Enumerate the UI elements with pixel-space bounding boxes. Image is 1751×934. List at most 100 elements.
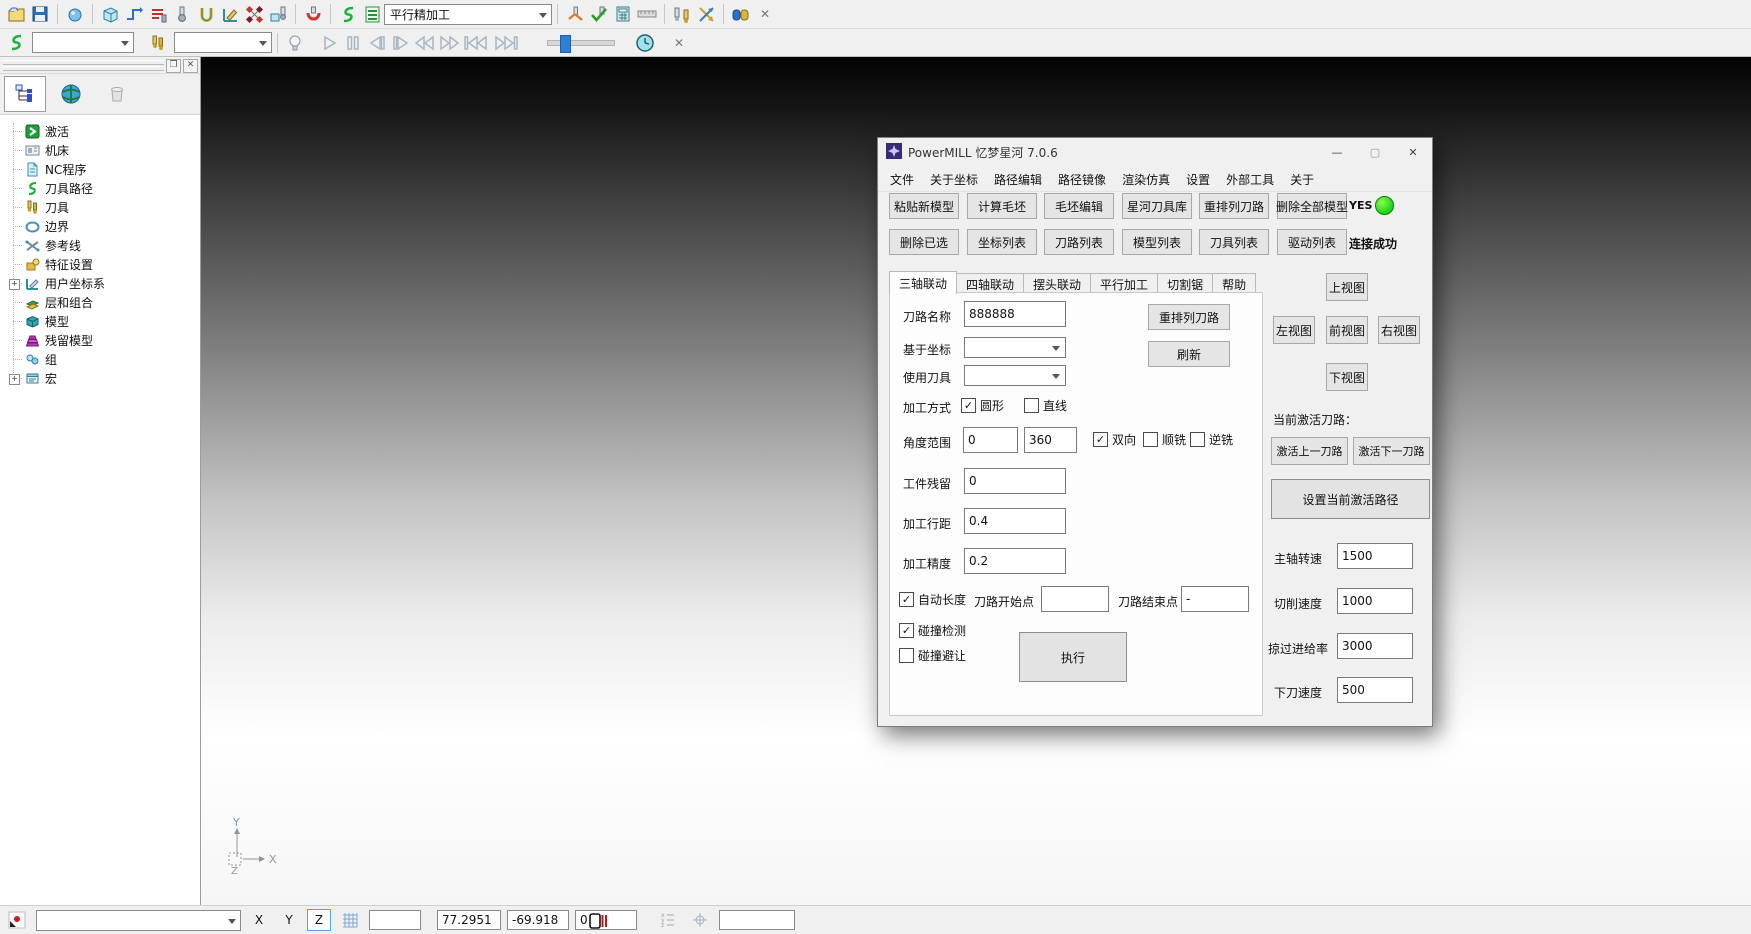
jump-start-icon[interactable] bbox=[461, 31, 491, 55]
view-right-button[interactable]: 右视图 bbox=[1378, 316, 1420, 344]
grid-snap-icon[interactable] bbox=[337, 909, 363, 931]
view-top-button[interactable]: 上视图 bbox=[1326, 273, 1368, 301]
tree-item-workplanes[interactable]: + 用户坐标系 bbox=[0, 274, 200, 293]
sim-tool-combobox[interactable] bbox=[174, 32, 272, 53]
coord-x-field[interactable]: 77.2951 bbox=[437, 910, 501, 930]
create-block-icon[interactable] bbox=[98, 2, 122, 26]
feed-rate-icon[interactable] bbox=[146, 2, 170, 26]
calculator-icon[interactable] bbox=[611, 2, 635, 26]
angle-end-input[interactable] bbox=[1024, 427, 1077, 453]
plunge-speed-input[interactable] bbox=[1337, 677, 1413, 703]
tab-3axis[interactable]: 三轴联动 bbox=[889, 271, 957, 294]
activate-prev-toolpath-button[interactable]: 激活上一刀路 bbox=[1271, 437, 1348, 465]
tab-explorer-tree[interactable] bbox=[4, 76, 46, 112]
grid-size-field[interactable] bbox=[369, 910, 421, 930]
climb-mill-checkbox[interactable]: 顺铣 bbox=[1143, 431, 1186, 448]
toolpath-icon[interactable] bbox=[336, 2, 360, 26]
tree-item-groups[interactable]: 组 bbox=[0, 350, 200, 369]
spindle-speed-input[interactable] bbox=[1337, 543, 1413, 569]
menu-external-tools[interactable]: 外部工具 bbox=[1218, 171, 1282, 188]
tree-item-boundaries[interactable]: 边界 bbox=[0, 217, 200, 236]
draw-cursor-icon[interactable] bbox=[4, 909, 30, 931]
tab-swivel[interactable]: 摆头联动 bbox=[1023, 273, 1091, 294]
panel-grip[interactable]: ❐ ✕ bbox=[0, 57, 200, 74]
axis-y-button[interactable]: Y bbox=[277, 909, 301, 931]
shaded-view-icon[interactable] bbox=[63, 2, 87, 26]
tree-item-toolpaths[interactable]: 刀具路径 bbox=[0, 179, 200, 198]
sim-toolpath-combobox[interactable] bbox=[32, 32, 134, 53]
drive-list-button[interactable]: 驱动列表 bbox=[1277, 229, 1347, 255]
pause-output-icon[interactable] bbox=[585, 910, 611, 932]
view-left-button[interactable]: 左视图 bbox=[1273, 316, 1315, 344]
tree-item-tools[interactable]: 刀具 bbox=[0, 198, 200, 217]
tool-library-button[interactable]: 星河刀具库 bbox=[1122, 193, 1192, 219]
menu-about[interactable]: 关于 bbox=[1282, 171, 1322, 188]
transform-icon[interactable] bbox=[694, 2, 718, 26]
step-forward-icon[interactable] bbox=[389, 31, 413, 55]
coord-base-select[interactable] bbox=[964, 337, 1066, 358]
tree-item-feature-sets[interactable]: 特征设置 bbox=[0, 255, 200, 274]
toolpath-list-button[interactable]: 刀路列表 bbox=[1044, 229, 1114, 255]
use-tool-select[interactable] bbox=[964, 365, 1066, 386]
create-tool-icon[interactable] bbox=[170, 2, 194, 26]
model-list-button[interactable]: 模型列表 bbox=[1122, 229, 1192, 255]
coord-list-button[interactable]: 坐标列表 bbox=[967, 229, 1037, 255]
menu-settings[interactable]: 设置 bbox=[1178, 171, 1218, 188]
menu-path-edit[interactable]: 路径编辑 bbox=[986, 171, 1050, 188]
coord-y-field[interactable]: -69.918 bbox=[507, 910, 569, 930]
fast-forward-icon[interactable] bbox=[437, 31, 461, 55]
boundary-tool-icon[interactable] bbox=[266, 2, 290, 26]
axis-z-button[interactable]: Z bbox=[307, 909, 331, 931]
line-checkbox[interactable]: 直线 bbox=[1024, 397, 1067, 414]
leads-links-icon[interactable] bbox=[194, 2, 218, 26]
view-front-button[interactable]: 前视图 bbox=[1326, 316, 1368, 344]
execute-button[interactable]: 执行 bbox=[1019, 632, 1127, 682]
expand-icon[interactable]: + bbox=[9, 279, 20, 290]
maximize-button[interactable]: ▢ bbox=[1356, 138, 1394, 166]
workplane-indicator-icon[interactable] bbox=[687, 909, 713, 931]
slider-handle[interactable] bbox=[560, 35, 571, 53]
close-button[interactable]: ✕ bbox=[1394, 138, 1432, 166]
tab-explorer-globe[interactable] bbox=[50, 76, 92, 112]
open-file-icon[interactable] bbox=[4, 2, 28, 26]
tree-item-levels-sets[interactable]: 层和组合 bbox=[0, 293, 200, 312]
tab-saw[interactable]: 切割锯 bbox=[1157, 273, 1213, 294]
close-toolbar-icon[interactable]: ✕ bbox=[753, 2, 777, 26]
menu-path-mirror[interactable]: 路径镜像 bbox=[1050, 171, 1114, 188]
workplane-combobox[interactable] bbox=[36, 910, 241, 931]
conventional-mill-checkbox[interactable]: 逆铣 bbox=[1190, 431, 1233, 448]
measure-icon[interactable] bbox=[635, 2, 659, 26]
view-bottom-button[interactable]: 下视图 bbox=[1326, 363, 1368, 391]
start-point-input[interactable] bbox=[1041, 586, 1109, 612]
rewind-icon[interactable] bbox=[413, 31, 437, 55]
save-icon[interactable] bbox=[28, 2, 52, 26]
collision-check-icon[interactable] bbox=[301, 2, 325, 26]
tree-item-macros[interactable]: + 宏 bbox=[0, 369, 200, 388]
compare-models-icon[interactable] bbox=[729, 2, 753, 26]
skim-feed-input[interactable] bbox=[1337, 633, 1413, 659]
refresh-button[interactable]: 刷新 bbox=[1148, 341, 1230, 367]
menu-render-sim[interactable]: 渲染仿真 bbox=[1114, 171, 1178, 188]
tab-explorer-trash[interactable] bbox=[96, 76, 138, 112]
circle-checkbox[interactable]: 圆形 bbox=[961, 397, 1004, 414]
rearrange-button[interactable]: 重排列刀路 bbox=[1148, 304, 1230, 330]
activate-next-toolpath-button[interactable]: 激活下一刀路 bbox=[1353, 437, 1430, 465]
pattern-icon[interactable] bbox=[242, 2, 266, 26]
toolpath-name-input[interactable] bbox=[964, 301, 1066, 327]
play-icon[interactable] bbox=[317, 31, 341, 55]
collision-check-checkbox[interactable]: 碰撞检测 bbox=[899, 622, 966, 639]
tree-item-patterns[interactable]: 参考线 bbox=[0, 236, 200, 255]
simulate-check-icon[interactable] bbox=[587, 2, 611, 26]
close-sim-toolbar-icon[interactable]: ✕ bbox=[667, 31, 691, 55]
step-back-icon[interactable] bbox=[365, 31, 389, 55]
tool-icon[interactable] bbox=[146, 31, 170, 55]
axis-x-button[interactable]: X bbox=[247, 909, 271, 931]
menu-file[interactable]: 文件 bbox=[882, 171, 922, 188]
toolpath-connections-icon[interactable] bbox=[122, 2, 146, 26]
tree-item-nc-programs[interactable]: NC程序 bbox=[0, 160, 200, 179]
block-edit-button[interactable]: 毛坯编辑 bbox=[1044, 193, 1114, 219]
end-point-input[interactable] bbox=[1181, 586, 1249, 612]
delete-all-models-button[interactable]: 删除全部模型 bbox=[1277, 193, 1347, 219]
toolpath-icon[interactable] bbox=[4, 31, 28, 55]
stock-allowance-input[interactable] bbox=[964, 468, 1066, 494]
